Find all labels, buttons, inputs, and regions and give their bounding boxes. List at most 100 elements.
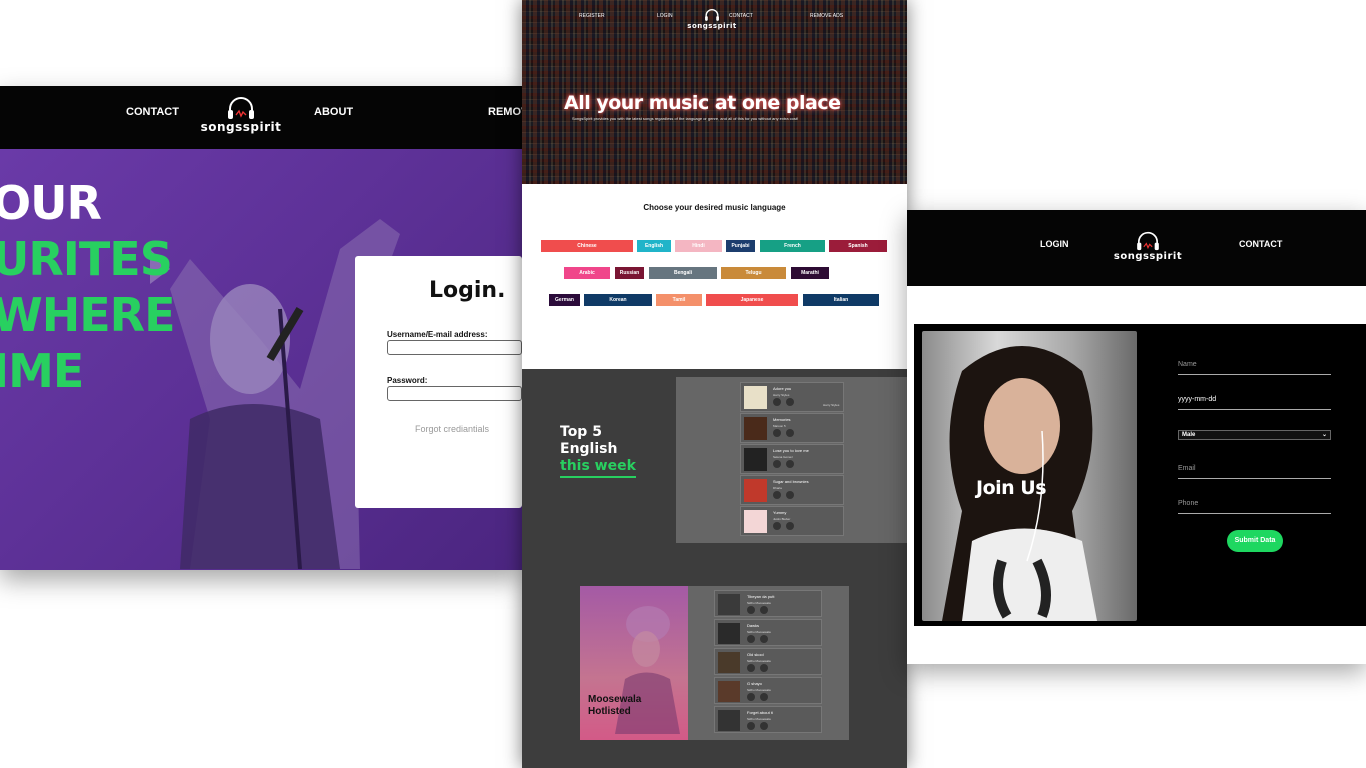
lang-marathi-button[interactable]: Marathi bbox=[791, 267, 829, 279]
album-art bbox=[718, 623, 740, 644]
song-row[interactable]: Lose you to love me Selena Gomez bbox=[740, 444, 844, 474]
forgot-credentials-link[interactable]: Forgot crediantials bbox=[415, 424, 489, 434]
play-icon[interactable] bbox=[747, 635, 755, 643]
moosewala-hotlist-card[interactable]: Moosewala Hotlisted bbox=[580, 586, 688, 740]
logo-text: songsspirit bbox=[687, 22, 737, 30]
play-icon[interactable] bbox=[773, 460, 781, 468]
lang-italian-button[interactable]: Italian bbox=[803, 294, 879, 306]
hotlist-title-line2: Hotlisted bbox=[588, 706, 631, 717]
song-artist: Dharia bbox=[773, 486, 782, 490]
right-navbar: LOGIN songsspirit CONTACT bbox=[907, 210, 1366, 286]
download-icon[interactable] bbox=[760, 635, 768, 643]
lang-spanish-button[interactable]: Spanish bbox=[829, 240, 887, 252]
song-title: Old skool bbox=[747, 652, 764, 657]
tagline-heading: All your music at one place bbox=[564, 92, 841, 114]
tagline-subtext: SongsSpirit provides you with the latest… bbox=[572, 116, 799, 121]
lang-russian-button[interactable]: Russian bbox=[615, 267, 644, 279]
song-title: Adore you bbox=[773, 386, 792, 391]
nav-contact-link[interactable]: CONTACT bbox=[1239, 239, 1282, 249]
play-icon[interactable] bbox=[747, 664, 755, 672]
submit-data-button[interactable]: Submit Data bbox=[1227, 530, 1283, 552]
song-row[interactable]: G shayo Sidhu Moosewala bbox=[714, 677, 822, 704]
login-title: Login. bbox=[429, 278, 506, 303]
email-input[interactable]: Email bbox=[1178, 465, 1331, 479]
lang-german-button[interactable]: German bbox=[549, 294, 580, 306]
download-icon[interactable] bbox=[786, 429, 794, 437]
lang-korean-button[interactable]: Korean bbox=[584, 294, 652, 306]
song-row[interactable]: Tibeyan da putt Sidhu Moosewala bbox=[714, 590, 822, 617]
play-icon[interactable] bbox=[773, 522, 781, 530]
username-input[interactable] bbox=[387, 340, 522, 355]
song-title: Lose you to love me bbox=[773, 448, 809, 453]
album-art bbox=[744, 386, 767, 409]
song-extra: Harry Styles bbox=[823, 403, 840, 407]
download-icon[interactable] bbox=[786, 491, 794, 499]
left-navbar: CONTACT songsspirit ABOUT REMOV bbox=[0, 86, 522, 149]
right-logo[interactable]: songsspirit bbox=[1103, 231, 1193, 262]
username-label: Username/E-mail address: bbox=[387, 330, 488, 339]
hero-line-2: URITES bbox=[0, 232, 173, 286]
song-artist: Sidhu Moosewala bbox=[747, 630, 771, 634]
song-row[interactable]: Yummy Justin Bieber bbox=[740, 506, 844, 536]
nav-login-link[interactable]: LOGIN bbox=[657, 13, 673, 19]
song-row[interactable]: Forget about it Sidhu Moosewala bbox=[714, 706, 822, 733]
song-artist: Maroon 5 bbox=[773, 424, 786, 428]
song-row[interactable]: Old skool Sidhu Moosewala bbox=[714, 648, 822, 675]
play-icon[interactable] bbox=[747, 606, 755, 614]
home-page-panel: REGISTER LOGIN CONTACT REMOVE ADS songss… bbox=[522, 0, 907, 768]
register-page-panel: LOGIN songsspirit CONTACT Join Us Name y… bbox=[907, 210, 1366, 664]
lang-arabic-button[interactable]: Arabic bbox=[564, 267, 610, 279]
lang-english-button[interactable]: English bbox=[637, 240, 671, 252]
play-icon[interactable] bbox=[773, 491, 781, 499]
play-icon[interactable] bbox=[747, 693, 755, 701]
logo-text: songsspirit bbox=[1113, 251, 1183, 262]
download-icon[interactable] bbox=[760, 606, 768, 614]
nav-about-link[interactable]: ABOUT bbox=[314, 106, 353, 118]
hero-line-4: IME bbox=[0, 344, 84, 398]
download-icon[interactable] bbox=[760, 722, 768, 730]
download-icon[interactable] bbox=[760, 664, 768, 672]
gender-select[interactable]: Male ⌄ bbox=[1178, 430, 1331, 440]
song-row[interactable]: Adore you Harry Styles Harry Styles bbox=[740, 382, 844, 412]
album-art bbox=[744, 479, 767, 502]
center-logo[interactable]: songsspirit bbox=[682, 8, 742, 30]
song-row[interactable]: Sugar and brownies Dharia bbox=[740, 475, 844, 505]
left-logo[interactable]: songsspirit bbox=[196, 96, 286, 134]
lang-chinese-button[interactable]: Chinese bbox=[541, 240, 633, 252]
lang-japanese-button[interactable]: Japanese bbox=[706, 294, 798, 306]
play-icon[interactable] bbox=[773, 398, 781, 406]
play-icon[interactable] bbox=[773, 429, 781, 437]
headphones-icon bbox=[228, 97, 254, 119]
top5-heading-line1: Top 5 bbox=[560, 424, 602, 440]
nav-remove-link[interactable]: REMOV bbox=[488, 106, 522, 118]
song-artist: Sidhu Moosewala bbox=[747, 717, 771, 721]
lang-hindi-button[interactable]: Hindi bbox=[675, 240, 722, 252]
nav-register-link[interactable]: REGISTER bbox=[579, 13, 605, 19]
top5-heading-line3: this week bbox=[560, 458, 636, 478]
download-icon[interactable] bbox=[786, 460, 794, 468]
nav-login-link[interactable]: LOGIN bbox=[1040, 239, 1069, 249]
album-art bbox=[718, 594, 740, 615]
song-row[interactable]: Memories Maroon 5 bbox=[740, 413, 844, 443]
lang-french-button[interactable]: French bbox=[760, 240, 825, 252]
lang-telugu-button[interactable]: Telugu bbox=[721, 267, 786, 279]
top5-heading-line2: English bbox=[560, 441, 618, 457]
lang-punjabi-button[interactable]: Punjabi bbox=[726, 240, 755, 252]
dob-input[interactable]: yyyy-mm-dd bbox=[1178, 396, 1331, 410]
lang-bengali-button[interactable]: Bengali bbox=[649, 267, 717, 279]
hero-line-3: WHERE bbox=[0, 288, 176, 342]
phone-input[interactable]: Phone bbox=[1178, 500, 1331, 514]
download-icon[interactable] bbox=[786, 398, 794, 406]
download-icon[interactable] bbox=[786, 522, 794, 530]
play-icon[interactable] bbox=[747, 722, 755, 730]
name-input[interactable]: Name bbox=[1178, 361, 1331, 375]
nav-contact-link[interactable]: CONTACT bbox=[126, 106, 179, 118]
language-heading: Choose your desired music language bbox=[643, 203, 786, 212]
song-row[interactable]: Dawks Sidhu Moosewala bbox=[714, 619, 822, 646]
lang-tamil-button[interactable]: Tamil bbox=[656, 294, 702, 306]
password-label: Password: bbox=[387, 376, 428, 385]
headphones-icon bbox=[705, 9, 719, 21]
password-input[interactable] bbox=[387, 386, 522, 401]
download-icon[interactable] bbox=[760, 693, 768, 701]
nav-remove-ads-link[interactable]: REMOVE ADS bbox=[810, 13, 843, 19]
